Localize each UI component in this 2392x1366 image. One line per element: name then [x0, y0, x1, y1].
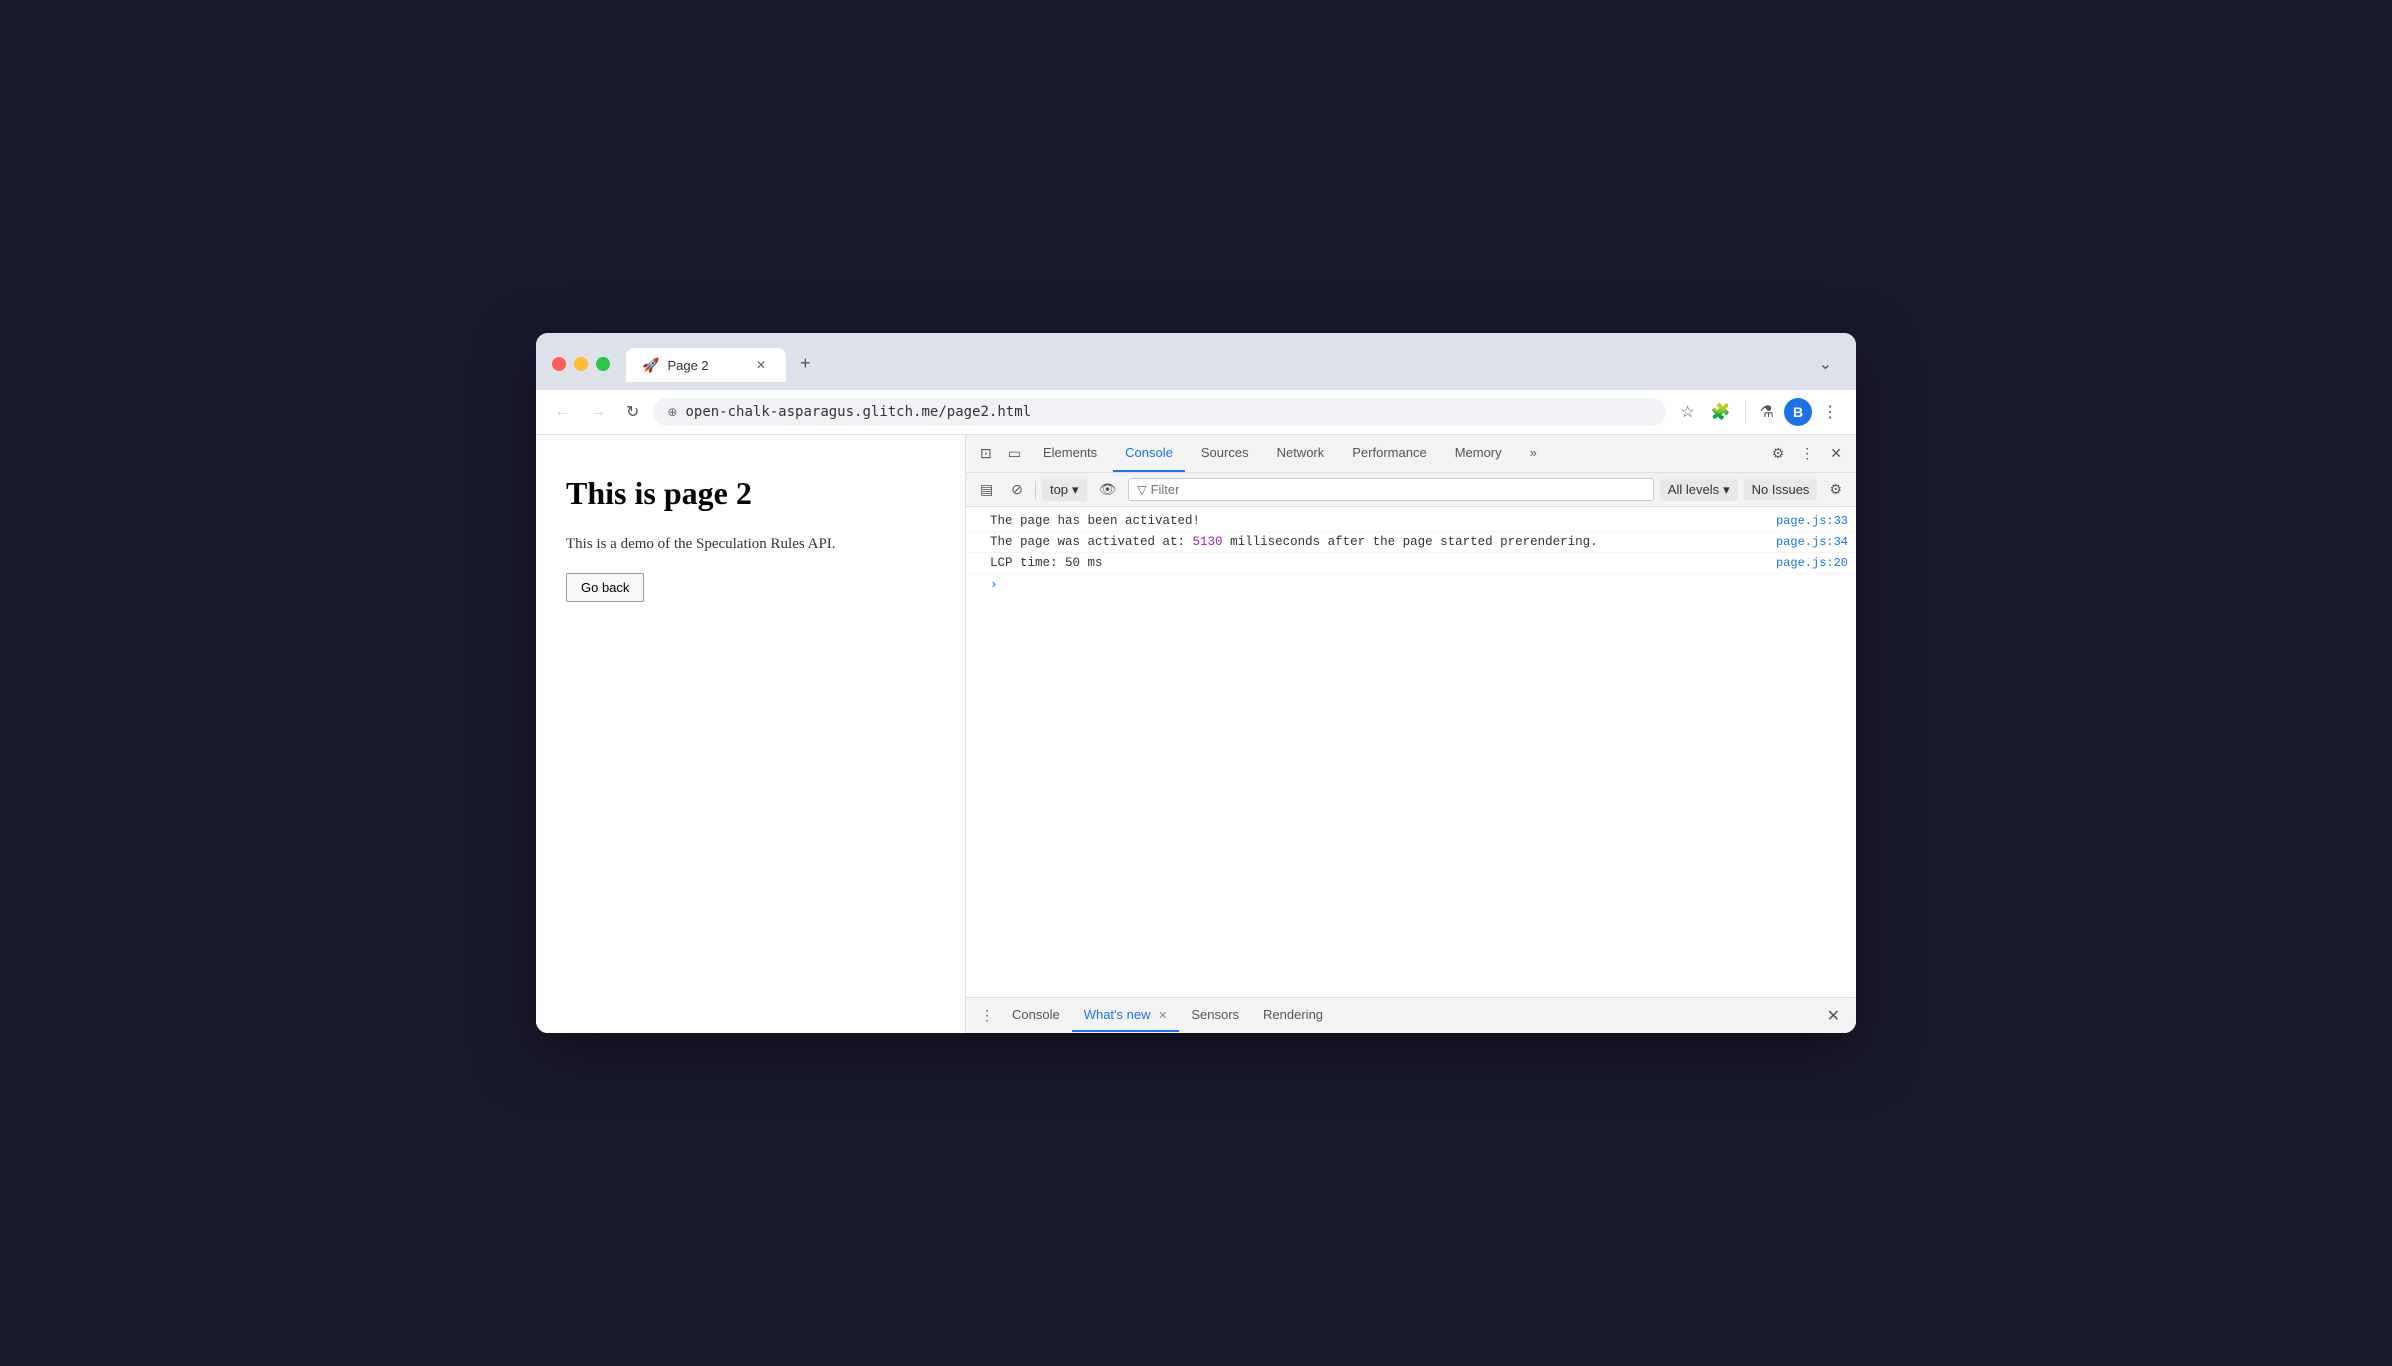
- bottom-tabbar: ⋮ Console What's new ✕ Sensors Rendering…: [966, 997, 1856, 1033]
- title-bar-top: 🚀 Page 2 ✕ + ⌄: [552, 345, 1840, 382]
- device-mode-button[interactable]: ▭: [1002, 439, 1027, 468]
- extension-button[interactable]: 🧩: [1705, 398, 1737, 426]
- bottom-tab-sensors[interactable]: Sensors: [1179, 999, 1251, 1032]
- devtools-tab-memory[interactable]: Memory: [1443, 435, 1514, 472]
- console-message-2: The page was activated at: 5130 millisec…: [990, 535, 1768, 549]
- context-label: top: [1050, 482, 1068, 497]
- console-highlight-value: 5130: [1193, 535, 1223, 549]
- nav-bar: ← → ↻ ⊕ open-chalk-asparagus.glitch.me/p…: [536, 390, 1856, 435]
- page-content: This is page 2 This is a demo of the Spe…: [536, 435, 966, 1033]
- devtools-more-options-button[interactable]: ⋮: [1794, 439, 1820, 468]
- page-description: This is a demo of the Speculation Rules …: [566, 536, 935, 553]
- title-bar: 🚀 Page 2 ✕ + ⌄: [536, 333, 1856, 390]
- console-message-1: The page has been activated!: [990, 514, 1768, 528]
- console-message-suffix: milliseconds after the page started prer…: [1223, 535, 1598, 549]
- issues-settings-button[interactable]: ⚙: [1823, 477, 1848, 502]
- reload-button[interactable]: ↻: [620, 398, 645, 426]
- avatar-button[interactable]: B: [1784, 398, 1812, 426]
- bottom-tab-console[interactable]: Console: [1000, 999, 1072, 1032]
- whats-new-label: What's new: [1084, 1007, 1151, 1022]
- address-bar[interactable]: ⊕ open-chalk-asparagus.glitch.me/page2.h…: [653, 398, 1666, 426]
- bottom-tabbar-menu-button[interactable]: ⋮: [974, 1003, 1000, 1028]
- filter-input[interactable]: [1151, 482, 1645, 497]
- nav-icons: ☆ 🧩 ⚗ B ⋮: [1674, 398, 1844, 426]
- devtools-close-button[interactable]: ✕: [1824, 439, 1848, 468]
- main-content: This is page 2 This is a demo of the Spe…: [536, 435, 1856, 1033]
- console-toolbar: ▤ ⊘ top ▾ 👁 ▽ All levels ▾ No Issues ⚙: [966, 473, 1856, 507]
- browser-tab-active[interactable]: 🚀 Page 2 ✕: [626, 348, 786, 382]
- devtools-tab-console[interactable]: Console: [1113, 435, 1185, 472]
- bottom-tab-rendering[interactable]: Rendering: [1251, 999, 1335, 1032]
- context-arrow-icon: ▾: [1072, 482, 1079, 498]
- levels-label: All levels: [1668, 482, 1719, 497]
- console-eye-button[interactable]: 👁: [1093, 477, 1123, 502]
- filter-area[interactable]: ▽: [1128, 478, 1653, 501]
- minimize-window-button[interactable]: [574, 357, 588, 371]
- console-caret[interactable]: ›: [966, 574, 1856, 596]
- console-line: LCP time: 50 ms page.js:20: [966, 553, 1856, 574]
- console-link-1[interactable]: page.js:33: [1776, 514, 1848, 528]
- devtools-tab-more[interactable]: »: [1518, 435, 1549, 472]
- issues-button[interactable]: No Issues: [1744, 479, 1818, 500]
- browser-window: 🚀 Page 2 ✕ + ⌄ ← → ↻ ⊕ open-chalk-aspara…: [536, 333, 1856, 1033]
- bookmark-button[interactable]: ☆: [1674, 398, 1700, 426]
- page-title: This is page 2: [566, 475, 935, 512]
- address-text: open-chalk-asparagus.glitch.me/page2.htm…: [685, 404, 1652, 420]
- bottom-tab-whats-new[interactable]: What's new ✕: [1072, 999, 1180, 1032]
- inspect-element-button[interactable]: ⊡: [974, 439, 998, 468]
- flask-button[interactable]: ⚗: [1754, 398, 1780, 426]
- devtools-tab-performance[interactable]: Performance: [1340, 435, 1438, 472]
- tab-close-button[interactable]: ✕: [752, 356, 770, 374]
- devtools-tab-sources[interactable]: Sources: [1189, 435, 1261, 472]
- devtools-panel: ⊡ ▭ Elements Console Sources Network Per…: [966, 435, 1856, 1033]
- tab-menu-button[interactable]: ⌄: [1811, 350, 1840, 378]
- devtools-bottom-close-button[interactable]: ✕: [1819, 1002, 1848, 1030]
- nav-divider: [1745, 400, 1746, 424]
- console-separator: [1035, 481, 1036, 499]
- maximize-window-button[interactable]: [596, 357, 610, 371]
- filter-icon: ▽: [1137, 483, 1146, 497]
- tab-favicon-icon: 🚀: [642, 357, 659, 374]
- console-message-prefix: The page was activated at:: [990, 535, 1193, 549]
- tab-title: Page 2: [667, 358, 708, 373]
- new-tab-button[interactable]: +: [788, 345, 823, 382]
- console-link-3[interactable]: page.js:20: [1776, 556, 1848, 570]
- go-back-button[interactable]: Go back: [566, 573, 644, 602]
- security-icon: ⊕: [667, 405, 677, 419]
- back-button[interactable]: ←: [548, 399, 576, 425]
- devtools-toolbar: ⊡ ▭ Elements Console Sources Network Per…: [966, 435, 1856, 473]
- console-link-2[interactable]: page.js:34: [1776, 535, 1848, 549]
- devtools-tab-network[interactable]: Network: [1265, 435, 1337, 472]
- more-menu-button[interactable]: ⋮: [1816, 398, 1844, 426]
- levels-button[interactable]: All levels ▾: [1660, 479, 1738, 501]
- window-controls: [552, 357, 610, 371]
- devtools-tab-elements[interactable]: Elements: [1031, 435, 1109, 472]
- close-window-button[interactable]: [552, 357, 566, 371]
- console-sidebar-button[interactable]: ▤: [974, 477, 999, 502]
- console-line: The page has been activated! page.js:33: [966, 511, 1856, 532]
- context-selector[interactable]: top ▾: [1042, 479, 1087, 501]
- whats-new-close-icon[interactable]: ✕: [1158, 1010, 1167, 1022]
- console-output: The page has been activated! page.js:33 …: [966, 507, 1856, 997]
- levels-arrow-icon: ▾: [1723, 482, 1730, 498]
- console-clear-button[interactable]: ⊘: [1005, 477, 1029, 502]
- devtools-settings-button[interactable]: ⚙: [1766, 439, 1791, 468]
- forward-button[interactable]: →: [584, 399, 612, 425]
- tabs-row: 🚀 Page 2 ✕ +: [626, 345, 823, 382]
- console-message-3: LCP time: 50 ms: [990, 556, 1768, 570]
- console-line: The page was activated at: 5130 millisec…: [966, 532, 1856, 553]
